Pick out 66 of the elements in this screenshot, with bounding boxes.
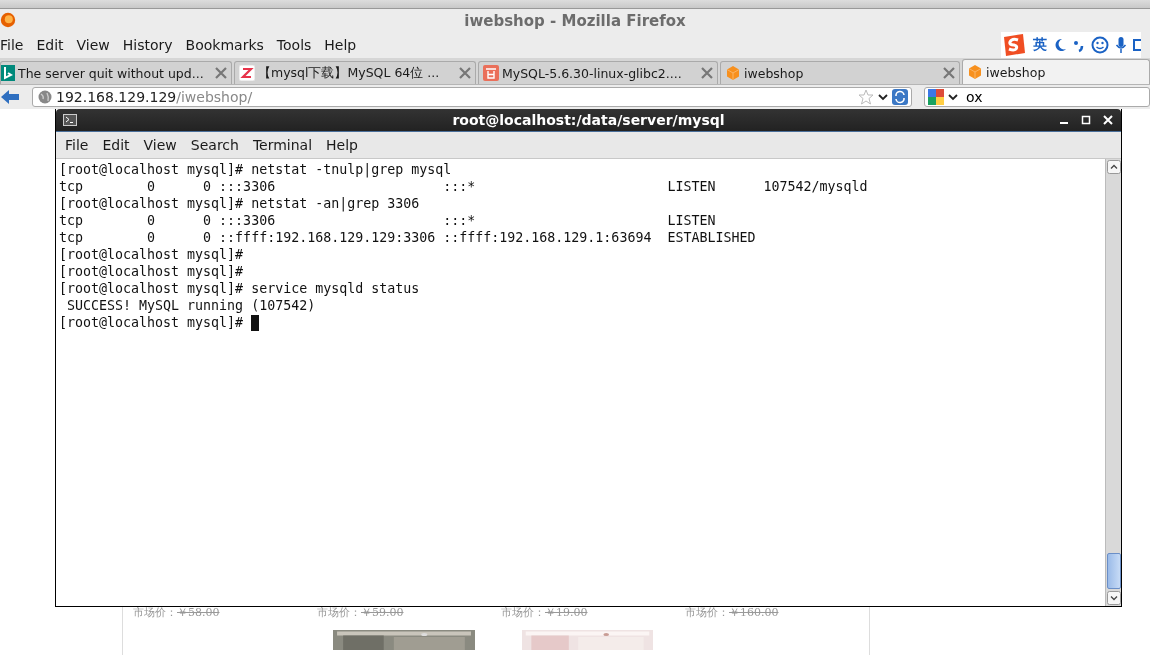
- scroll-down-icon[interactable]: [1106, 591, 1121, 605]
- url-path: /iwebshop/: [176, 89, 253, 105]
- terminal-line: [root@localhost mysql]# netstat -an|grep 3306: [59, 195, 420, 212]
- terminal-icon: [63, 114, 77, 126]
- star-icon[interactable]: [858, 89, 874, 105]
- menu-item[interactable]: Help: [326, 137, 358, 153]
- terminal-line: tcp 0 0 :::3306 :::* LISTEN 107542/mysqld: [59, 178, 868, 195]
- browser-tab[interactable]: MySQL-5.6.30-linux-glibc2....: [478, 61, 718, 84]
- url-host: 192.168.129.129: [56, 89, 177, 105]
- browser-tab[interactable]: iwebshop: [962, 59, 1150, 84]
- window-title: iwebshop - Mozilla Firefox: [464, 11, 686, 30]
- terminal-line: tcp 0 0 :::3306 :::* LISTEN: [59, 212, 716, 229]
- smiley-icon[interactable]: [1091, 36, 1109, 54]
- market-price: ￥58.00: [177, 606, 220, 619]
- favicon-icon: [483, 65, 499, 81]
- menu-item[interactable]: Help: [324, 37, 357, 53]
- firefox-icon: [0, 11, 16, 29]
- cube-icon: [725, 65, 741, 81]
- menu-item[interactable]: File: [65, 137, 89, 153]
- browser-tab[interactable]: 【mysql下载】MySQL 64位 ...: [234, 61, 476, 84]
- maximize-icon[interactable]: [1081, 115, 1091, 125]
- terminal-title: root@localhost:/data/server/mysql: [452, 112, 725, 128]
- favicon-icon: [1, 65, 15, 81]
- menu-item[interactable]: File: [0, 37, 24, 53]
- browser-tab[interactable]: The server quit without upd...: [0, 61, 232, 84]
- favicon-icon: [239, 65, 255, 81]
- scrollbar[interactable]: [1105, 159, 1121, 606]
- browser-tab[interactable]: iwebshop: [720, 61, 960, 84]
- reload-icon[interactable]: [892, 89, 908, 105]
- terminal-line: [root@localhost mysql]# service mysqld status: [59, 280, 420, 297]
- terminal-line: [root@localhost mysql]# netstat -tnulp|grep mysql: [59, 161, 452, 178]
- terminal-line: SUCCESS! MySQL running (107542): [66, 297, 316, 314]
- terminal-line: tcp 0 0 ::ffff:192.168.129.129:3306 ::ffff:192.168.129.1:63694 ESTABLISHED: [59, 229, 756, 246]
- search-field[interactable]: ox: [924, 87, 1150, 107]
- price-label: 市场价：: [317, 606, 361, 619]
- menu-item[interactable]: View: [143, 137, 177, 153]
- cube-icon: [967, 64, 983, 80]
- terminal-line: [root@localhost mysql]#: [59, 263, 244, 280]
- search-engine-icon: [928, 89, 944, 105]
- menu-item[interactable]: Search: [190, 137, 239, 153]
- price-label: 市场价：: [501, 606, 545, 619]
- price-label: 市场价：: [685, 606, 729, 619]
- menu-item[interactable]: Terminal: [252, 137, 313, 153]
- market-price: ￥59.00: [361, 606, 404, 619]
- menu-item[interactable]: View: [76, 37, 110, 53]
- market-price: ￥160.00: [729, 606, 779, 619]
- terminal-line: [root@localhost mysql]#: [59, 246, 244, 263]
- menu-item[interactable]: Edit: [36, 37, 64, 53]
- back-arrow-icon[interactable]: [0, 88, 20, 106]
- globe-icon: [38, 90, 52, 104]
- search-input[interactable]: ox: [962, 89, 1090, 105]
- scroll-up-icon[interactable]: [1106, 160, 1121, 174]
- language-toggle[interactable]: 英: [1033, 36, 1047, 54]
- menu-item[interactable]: History: [122, 37, 173, 53]
- menu-item[interactable]: Tools: [276, 37, 312, 53]
- microphone-icon[interactable]: [1115, 36, 1127, 54]
- market-price: ￥19.00: [545, 606, 588, 619]
- price-label: 市场价：: [133, 606, 177, 619]
- caret-icon[interactable]: [878, 93, 888, 101]
- terminal-line: [root@localhost mysql]#: [59, 314, 244, 331]
- caret-icon[interactable]: [948, 93, 958, 101]
- scroll-thumb[interactable]: [1106, 553, 1121, 589]
- address-field[interactable]: 192.168.129.129/iwebshop/: [32, 87, 912, 107]
- menu-item[interactable]: Bookmarks: [185, 37, 264, 53]
- moon-icon[interactable]: [1053, 37, 1067, 53]
- menu-item[interactable]: Edit: [102, 137, 130, 153]
